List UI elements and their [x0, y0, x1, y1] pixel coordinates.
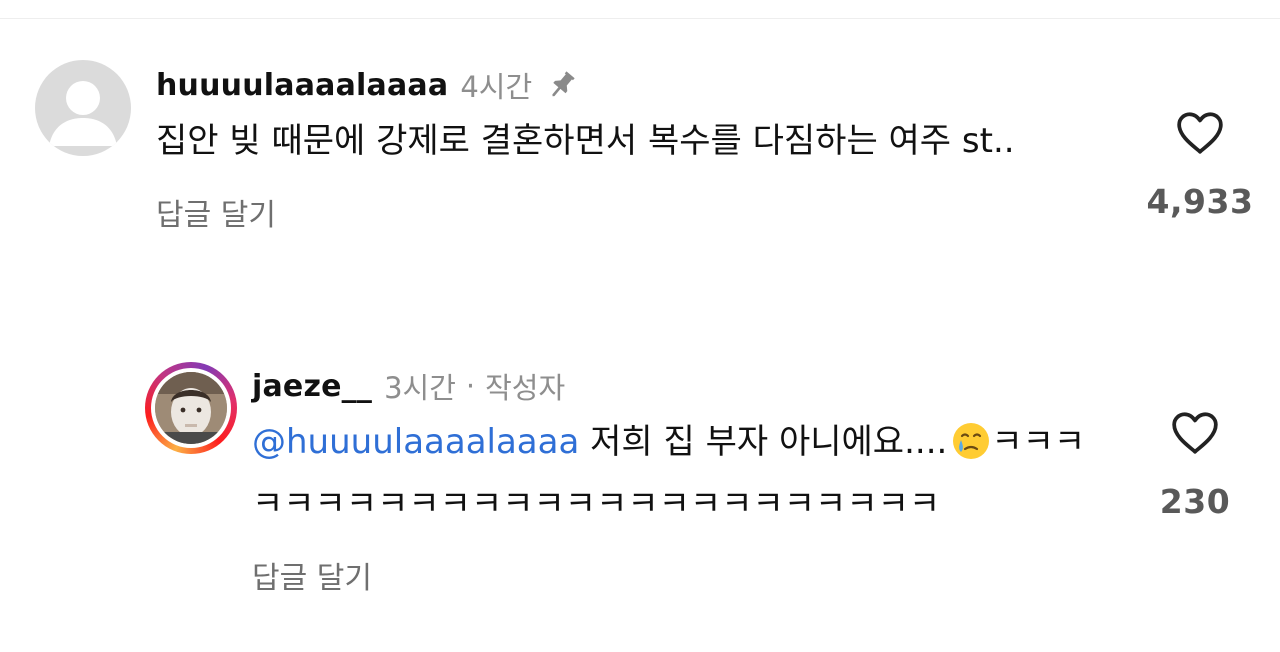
meta-separator: · [465, 369, 476, 403]
avatar-photo [155, 372, 227, 444]
reply-text-main: 저희 집 부자 아니에요.... [579, 422, 948, 462]
comment-text: 집안 빚 때문에 강제로 결혼하면서 복수를 다짐하는 여주 st.. [156, 121, 1015, 161]
divider [0, 18, 1280, 19]
reply-meta: jaeze__ 3시간 · 작성자 [252, 363, 1102, 409]
like-count: 4,933 [1146, 182, 1254, 221]
like-section: 4,933 [1140, 110, 1260, 221]
reply-username[interactable]: jaeze__ [252, 369, 372, 404]
comment-body: huuuulaaaalaaaa 4시간 집안 빚 때문에 강제로 결혼하면서 복… [156, 62, 1096, 234]
avatar[interactable] [145, 362, 237, 454]
reply-timestamp: 3시간 [384, 371, 456, 405]
mention-link[interactable]: @huuuulaaaalaaaa [252, 422, 579, 462]
author-badge: 작성자 [485, 371, 566, 405]
reply-button[interactable]: 답글 달기 [252, 553, 1102, 597]
reply-body: jaeze__ 3시간 · 작성자 @huuuulaaaalaaaa 저희 집 … [252, 363, 1102, 597]
face-holding-back-tears-icon [951, 421, 991, 477]
reply-button[interactable]: 답글 달기 [156, 190, 1096, 234]
comment-timestamp: 4시간 [460, 70, 533, 104]
like-section: 230 [1135, 410, 1255, 521]
like-count: 230 [1159, 482, 1231, 521]
pin-icon [546, 69, 578, 101]
comment-meta: huuuulaaaalaaaa 4시간 [156, 62, 1096, 108]
heart-outline-icon[interactable] [1170, 410, 1220, 456]
comment-username[interactable]: huuuulaaaalaaaa [156, 68, 448, 103]
default-avatar-icon [49, 81, 117, 146]
heart-outline-icon[interactable] [1175, 110, 1225, 156]
comments-page: huuuulaaaalaaaa 4시간 집안 빚 때문에 강제로 결혼하면서 복… [0, 0, 1280, 652]
avatar[interactable] [35, 60, 131, 156]
reply-text: @huuuulaaaalaaaa 저희 집 부자 아니에요.... ㅋㅋㅋㅋㅋㅋ… [252, 415, 1102, 531]
